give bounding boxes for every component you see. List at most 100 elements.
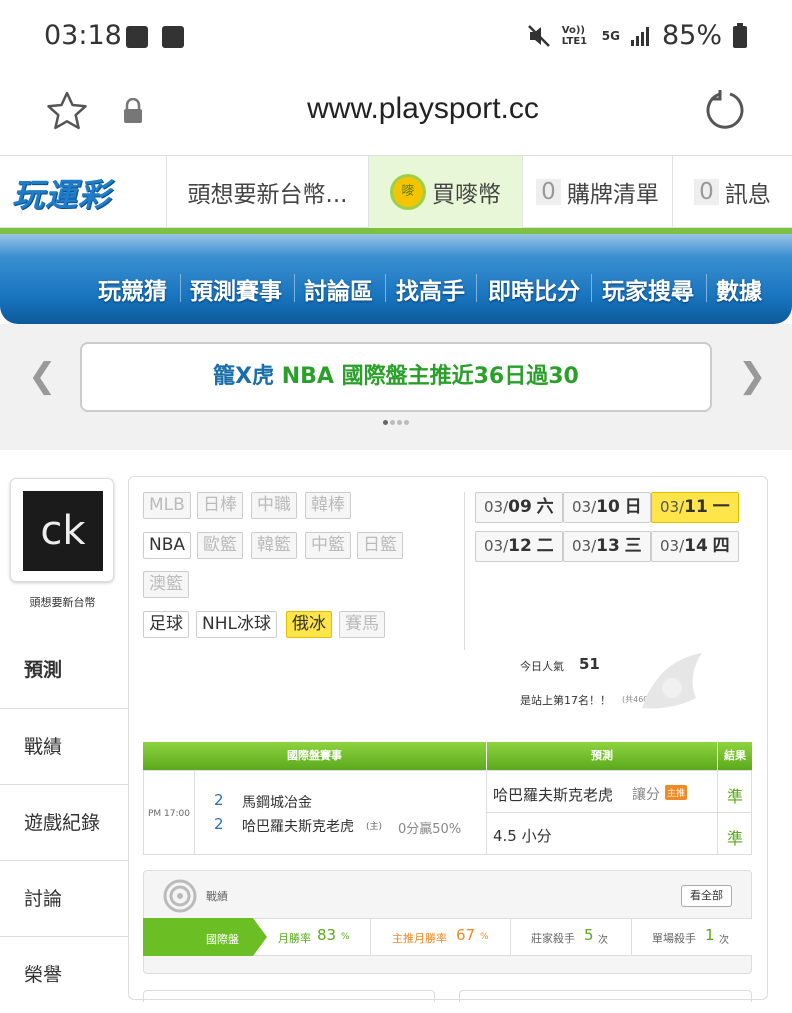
date-day: 09	[508, 497, 532, 517]
side-menu-discussion[interactable]: 討論	[0, 860, 128, 936]
nav-item-data[interactable]: 數據	[716, 272, 762, 306]
date-month: 03/	[572, 537, 597, 555]
username-link[interactable]: 頭想要新台幣...	[166, 156, 368, 228]
nav-item-experts[interactable]: 找高手	[396, 272, 465, 306]
sport-tag-nhl[interactable]: NHL冰球	[196, 611, 277, 638]
popularity-value: 51	[579, 655, 600, 673]
carousel-dot[interactable]	[383, 420, 388, 425]
date-day: 11	[684, 497, 708, 517]
date-day: 12	[508, 536, 532, 556]
messages-link[interactable]: 0 訊息	[672, 156, 792, 228]
nav-item-betting[interactable]: 玩競猜	[98, 272, 167, 306]
side-menu-game-log[interactable]: 遊戲紀錄	[0, 784, 128, 860]
popularity-rank: 是站上第17名！！	[520, 694, 611, 707]
sport-tag-cpbl: 中職	[251, 492, 297, 519]
date-button[interactable]: 03/13 三	[563, 531, 651, 562]
target-icon	[163, 879, 197, 913]
record-title: 戰績	[206, 890, 228, 903]
record-tab-international[interactable]: 國際盤	[206, 931, 239, 947]
date-button[interactable]: 03/10 日	[563, 492, 651, 523]
carousel-dot[interactable]	[390, 420, 395, 425]
sport-tag-horse-racing: 賽馬	[339, 611, 385, 638]
game-time: PM 17:00	[148, 809, 190, 819]
date-weekday: 四	[712, 536, 730, 556]
nav-separator	[180, 274, 181, 302]
checkbox-icon	[162, 26, 184, 48]
avatar-frame[interactable]: ck	[10, 478, 114, 582]
network-indicator: 5G	[601, 28, 620, 43]
chevron-right-icon[interactable]: ❯	[738, 356, 767, 396]
date-month: 03/	[660, 537, 685, 555]
banner-headline: NBA 國際盤主推近36日過30	[274, 364, 579, 389]
sport-tag-khl[interactable]: 俄冰	[286, 611, 332, 638]
date-month: 03/	[484, 537, 509, 555]
cart-count: 0	[536, 179, 561, 205]
active-tab-arrow	[143, 918, 267, 956]
spread-line: 0分贏50%	[398, 822, 462, 837]
date-day: 13	[596, 536, 620, 556]
home-rotation: 2	[214, 815, 224, 833]
sport-tag-china-basketball: 中籃	[305, 532, 351, 559]
chevron-left-icon[interactable]: ❮	[28, 356, 57, 396]
date-button-selected[interactable]: 03/11 一	[651, 492, 739, 523]
date-weekday: 三	[624, 536, 642, 556]
cart-link[interactable]: 0 購牌清單	[522, 156, 672, 228]
coin-icon: 嘜	[390, 174, 426, 210]
date-button[interactable]: 03/12 二	[475, 531, 563, 562]
avatar: ck	[23, 491, 103, 571]
signal-icon	[630, 26, 649, 46]
view-all-button[interactable]: 看全部	[681, 885, 732, 907]
stat-bookie-killer-unit: 次	[598, 935, 608, 946]
result-spread: 準	[727, 787, 744, 806]
date-button[interactable]: 03/14 四	[651, 531, 739, 562]
volte-indicator: Vo)) LTE1	[561, 24, 588, 47]
date-day: 10	[596, 497, 620, 517]
url-text[interactable]: www.playsport.cc	[0, 92, 792, 126]
username-text: 頭想要新台幣...	[187, 182, 348, 208]
stat-bookie-killer-label: 莊家殺手	[531, 932, 575, 945]
nav-separator	[385, 274, 386, 302]
date-weekday: 日	[624, 497, 642, 517]
stat-month-winrate-label: 月勝率	[278, 932, 311, 945]
pick-spread-type: 讓分	[632, 787, 660, 803]
home-team[interactable]: 哈巴羅夫斯克老虎	[242, 816, 354, 836]
popularity-label: 今日人氣	[520, 660, 564, 673]
carousel-dot[interactable]	[397, 420, 402, 425]
nav-item-forum[interactable]: 討論區	[304, 272, 373, 306]
banner-text[interactable]: 籠X虎 NBA 國際盤主推近36日過30	[80, 342, 712, 412]
side-menu-predictions[interactable]: 預測	[0, 632, 128, 708]
side-menu-honors[interactable]: 榮譽	[0, 936, 128, 1012]
mute-icon	[527, 24, 550, 47]
nav-separator	[294, 274, 295, 302]
mascot-watermark-icon	[642, 653, 702, 709]
side-menu-record[interactable]: 戰績	[0, 708, 128, 784]
date-button[interactable]: 03/09 六	[475, 492, 563, 523]
away-rotation: 2	[214, 791, 224, 809]
messages-label: 訊息	[724, 182, 771, 208]
sport-tag-soccer[interactable]: 足球	[143, 611, 189, 638]
pick-total: 4.5 小分	[493, 827, 552, 845]
nav-item-livescore[interactable]: 即時比分	[488, 272, 580, 306]
carousel-dot[interactable]	[404, 420, 409, 425]
nav-item-predictions[interactable]: 預測賽事	[190, 272, 282, 306]
browser-url-bar: www.playsport.cc	[0, 72, 792, 156]
divider	[464, 492, 465, 650]
nav-separator	[476, 274, 477, 302]
reload-icon[interactable]	[704, 88, 748, 132]
stat-month-winrate-unit: %	[341, 932, 350, 942]
table-header-result: 結果	[718, 742, 752, 770]
stat-bookie-killer-value: 5	[584, 926, 594, 944]
stat-single-killer-value: 1	[705, 926, 715, 944]
buy-coins-button[interactable]: 嘜 買嘜幣	[368, 156, 522, 228]
away-team[interactable]: 馬鋼城冶金	[242, 792, 312, 812]
nav-item-player-search[interactable]: 玩家搜尋	[602, 272, 694, 306]
stat-single-killer-unit: 次	[719, 935, 729, 946]
main-pick-badge: 主推	[665, 785, 688, 800]
sport-tag-korea-basketball: 韓籃	[251, 532, 297, 559]
site-logo[interactable]: 玩運彩	[12, 170, 111, 216]
profile-name[interactable]: 頭想要新台幣	[0, 594, 125, 610]
sport-tag-nba[interactable]: NBA	[143, 532, 192, 559]
sport-tag-npb: 日棒	[197, 492, 243, 519]
messages-count: 0	[694, 179, 719, 205]
nav-separator	[706, 274, 707, 302]
